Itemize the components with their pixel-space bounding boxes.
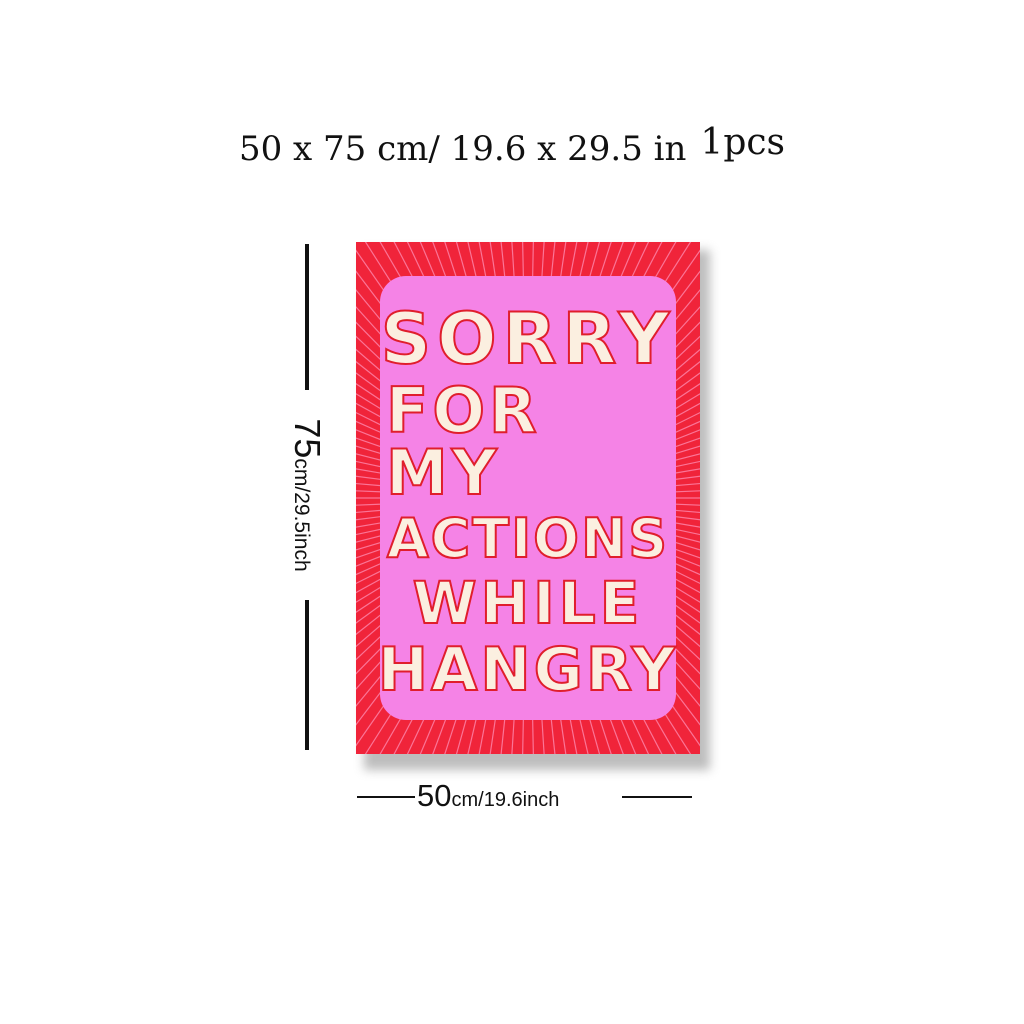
width-unit: cm/19.6inch bbox=[451, 789, 560, 811]
poster-line: ACTIONS bbox=[386, 507, 670, 570]
poster-line: SORRY bbox=[380, 298, 676, 380]
height-label: 75cm/29.5inch bbox=[286, 418, 328, 571]
poster-line: HANGRY bbox=[377, 635, 679, 705]
poster-image: SORRY FOR MY ACTIONS WHILE HANGRY bbox=[356, 242, 700, 754]
poster-line: FOR MY bbox=[385, 374, 541, 509]
poster-line: WHILE bbox=[412, 569, 644, 637]
height-unit: cm/29.5inch bbox=[290, 458, 313, 572]
height-dimension-line-bottom bbox=[305, 600, 309, 750]
poster-text: SORRY FOR MY ACTIONS WHILE HANGRY bbox=[377, 282, 676, 722]
height-dimension-line-top bbox=[305, 244, 309, 390]
width-dimension-line-right bbox=[622, 796, 692, 798]
size-title: 50 x 75 cm/ 19.6 x 29.5 in 1pcs bbox=[0, 122, 1024, 169]
width-value: 50 bbox=[417, 778, 452, 813]
width-dimension-line-left bbox=[357, 796, 415, 798]
quantity-text: 1pcs bbox=[700, 122, 786, 163]
height-value: 75 bbox=[287, 418, 328, 459]
size-dimensions-text: 50 x 75 cm/ 19.6 x 29.5 in bbox=[238, 129, 687, 169]
width-label: 50cm/19.6inch bbox=[417, 778, 559, 814]
